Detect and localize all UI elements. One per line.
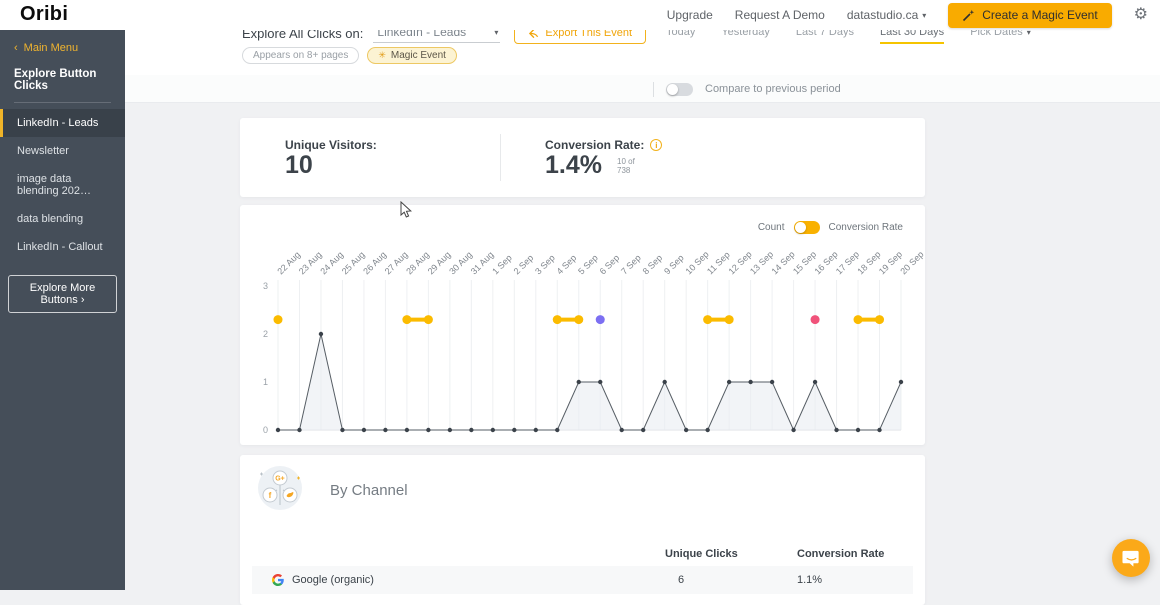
sparkle-icon: ✳ [378,50,386,60]
svg-text:2: 2 [263,329,268,339]
svg-text:24 Aug: 24 Aug [318,250,345,277]
svg-text:27 Aug: 27 Aug [383,250,410,277]
top-bar: Oribi Upgrade Request A Demo datastudio.… [0,0,1160,30]
channel-unique-clicks: 6 [678,574,685,586]
count-conversion-toggle[interactable] [793,221,820,234]
svg-text:28 Aug: 28 Aug [404,250,431,277]
svg-text:5 Sep: 5 Sep [576,253,600,277]
by-channel-card: G+ f By Channel Unique Clicks Conversion… [240,455,925,605]
magic-wand-icon [963,9,975,21]
stats-card: Unique Visitors: 10 Conversion Rate: i 1… [240,118,925,197]
event-badges: Appears on 8+ pages ✳ Magic Event [242,47,457,64]
channel-name: Google (organic) [292,574,374,586]
svg-text:26 Aug: 26 Aug [361,250,388,277]
sidebar-item-image-data-blending[interactable]: image data blending 202… [0,165,125,205]
sidebar-item-linkedin-leads[interactable]: LinkedIn - Leads [0,109,125,137]
svg-text:f: f [269,491,272,500]
compare-band: Compare to previous period [125,75,1160,103]
explore-more-buttons-button[interactable]: Explore More Buttons › [8,275,117,313]
svg-text:G+: G+ [275,476,285,483]
svg-text:22 Aug: 22 Aug [275,250,302,277]
svg-text:30 Aug: 30 Aug [447,250,474,277]
chat-launcher-button[interactable] [1112,539,1150,577]
clicks-chart: 22 Aug23 Aug24 Aug25 Aug26 Aug27 Aug28 A… [263,249,925,435]
column-header-conversion-rate: Conversion Rate [797,548,885,560]
svg-text:20 Sep: 20 Sep [898,249,925,276]
conversion-rate-value: 1.4% [545,151,602,179]
magic-event-badge: ✳ Magic Event [367,47,457,64]
conversion-rate-detail: 10 of 738 [617,157,635,175]
sidebar-item-newsletter[interactable]: Newsletter [0,137,125,165]
svg-text:31 Aug: 31 Aug [469,250,496,277]
channel-conversion-rate: 1.1% [797,574,823,586]
by-channel-title: By Channel [330,482,408,499]
chevron-left-icon: ‹ [14,42,18,54]
request-demo-link[interactable]: Request A Demo [735,8,825,22]
column-header-unique-clicks: Unique Clicks [665,548,738,560]
svg-text:2 Sep: 2 Sep [512,253,536,277]
sidebar-title: Explore Button Clicks [14,68,97,92]
svg-text:4 Sep: 4 Sep [555,253,579,277]
chevron-down-icon: ▾ [922,10,927,20]
sidebar: ‹ Main Menu Explore Button Clicks Linked… [0,30,125,590]
by-channel-icon: G+ f [258,466,302,510]
chevron-right-icon: › [80,294,85,306]
svg-text:25 Aug: 25 Aug [340,250,367,277]
account-name: datastudio.ca [846,8,919,22]
compare-period-label: Compare to previous period [705,83,841,95]
conversion-rate-label: Conversion Rate: [545,138,645,152]
svg-text:29 Aug: 29 Aug [426,250,453,277]
oribi-logo[interactable]: Oribi [20,3,68,26]
divider [500,134,501,181]
chart-mode-toggle-group: Count Conversion Rate [758,221,903,234]
sidebar-divider [14,102,111,103]
conversion-toggle-label[interactable]: Conversion Rate [829,222,903,233]
clicks-chart-card: Count Conversion Rate 22 Aug 23 Aug 24 Aug… [240,205,925,445]
svg-text:7 Sep: 7 Sep [619,253,643,277]
appears-on-pages-badge: Appears on 8+ pages [242,47,360,64]
settings-gear-icon[interactable]: ⚙ [1134,7,1148,23]
create-magic-event-button[interactable]: Create a Magic Event [948,2,1112,28]
chat-bubble-icon [1121,550,1139,567]
account-menu[interactable]: datastudio.ca ▾ [847,8,926,22]
sidebar-item-linkedin-callout[interactable]: LinkedIn - Callout [0,233,125,261]
svg-text:11 Sep: 11 Sep [705,250,732,277]
count-toggle-label[interactable]: Count [758,222,785,233]
upgrade-link[interactable]: Upgrade [667,8,713,22]
google-icon [272,574,284,586]
divider [653,81,654,97]
svg-text:3 Sep: 3 Sep [533,253,557,277]
back-to-main-menu[interactable]: ‹ Main Menu [0,30,125,64]
unique-visitors-label: Unique Visitors: [285,138,377,152]
info-icon[interactable]: i [650,139,663,151]
sidebar-item-data-blending[interactable]: data blending [0,205,125,233]
unique-visitors-value: 10 [285,151,313,179]
svg-text:3: 3 [263,281,268,291]
svg-text:6 Sep: 6 Sep [598,253,622,277]
svg-text:0: 0 [263,425,268,435]
top-nav: Upgrade Request A Demo datastudio.ca ▾ C… [667,0,1148,30]
svg-text:1: 1 [263,377,268,387]
svg-text:8 Sep: 8 Sep [641,253,665,277]
svg-text:23 Aug: 23 Aug [297,250,324,277]
svg-text:9 Sep: 9 Sep [662,253,686,277]
compare-period-toggle[interactable] [666,82,693,96]
